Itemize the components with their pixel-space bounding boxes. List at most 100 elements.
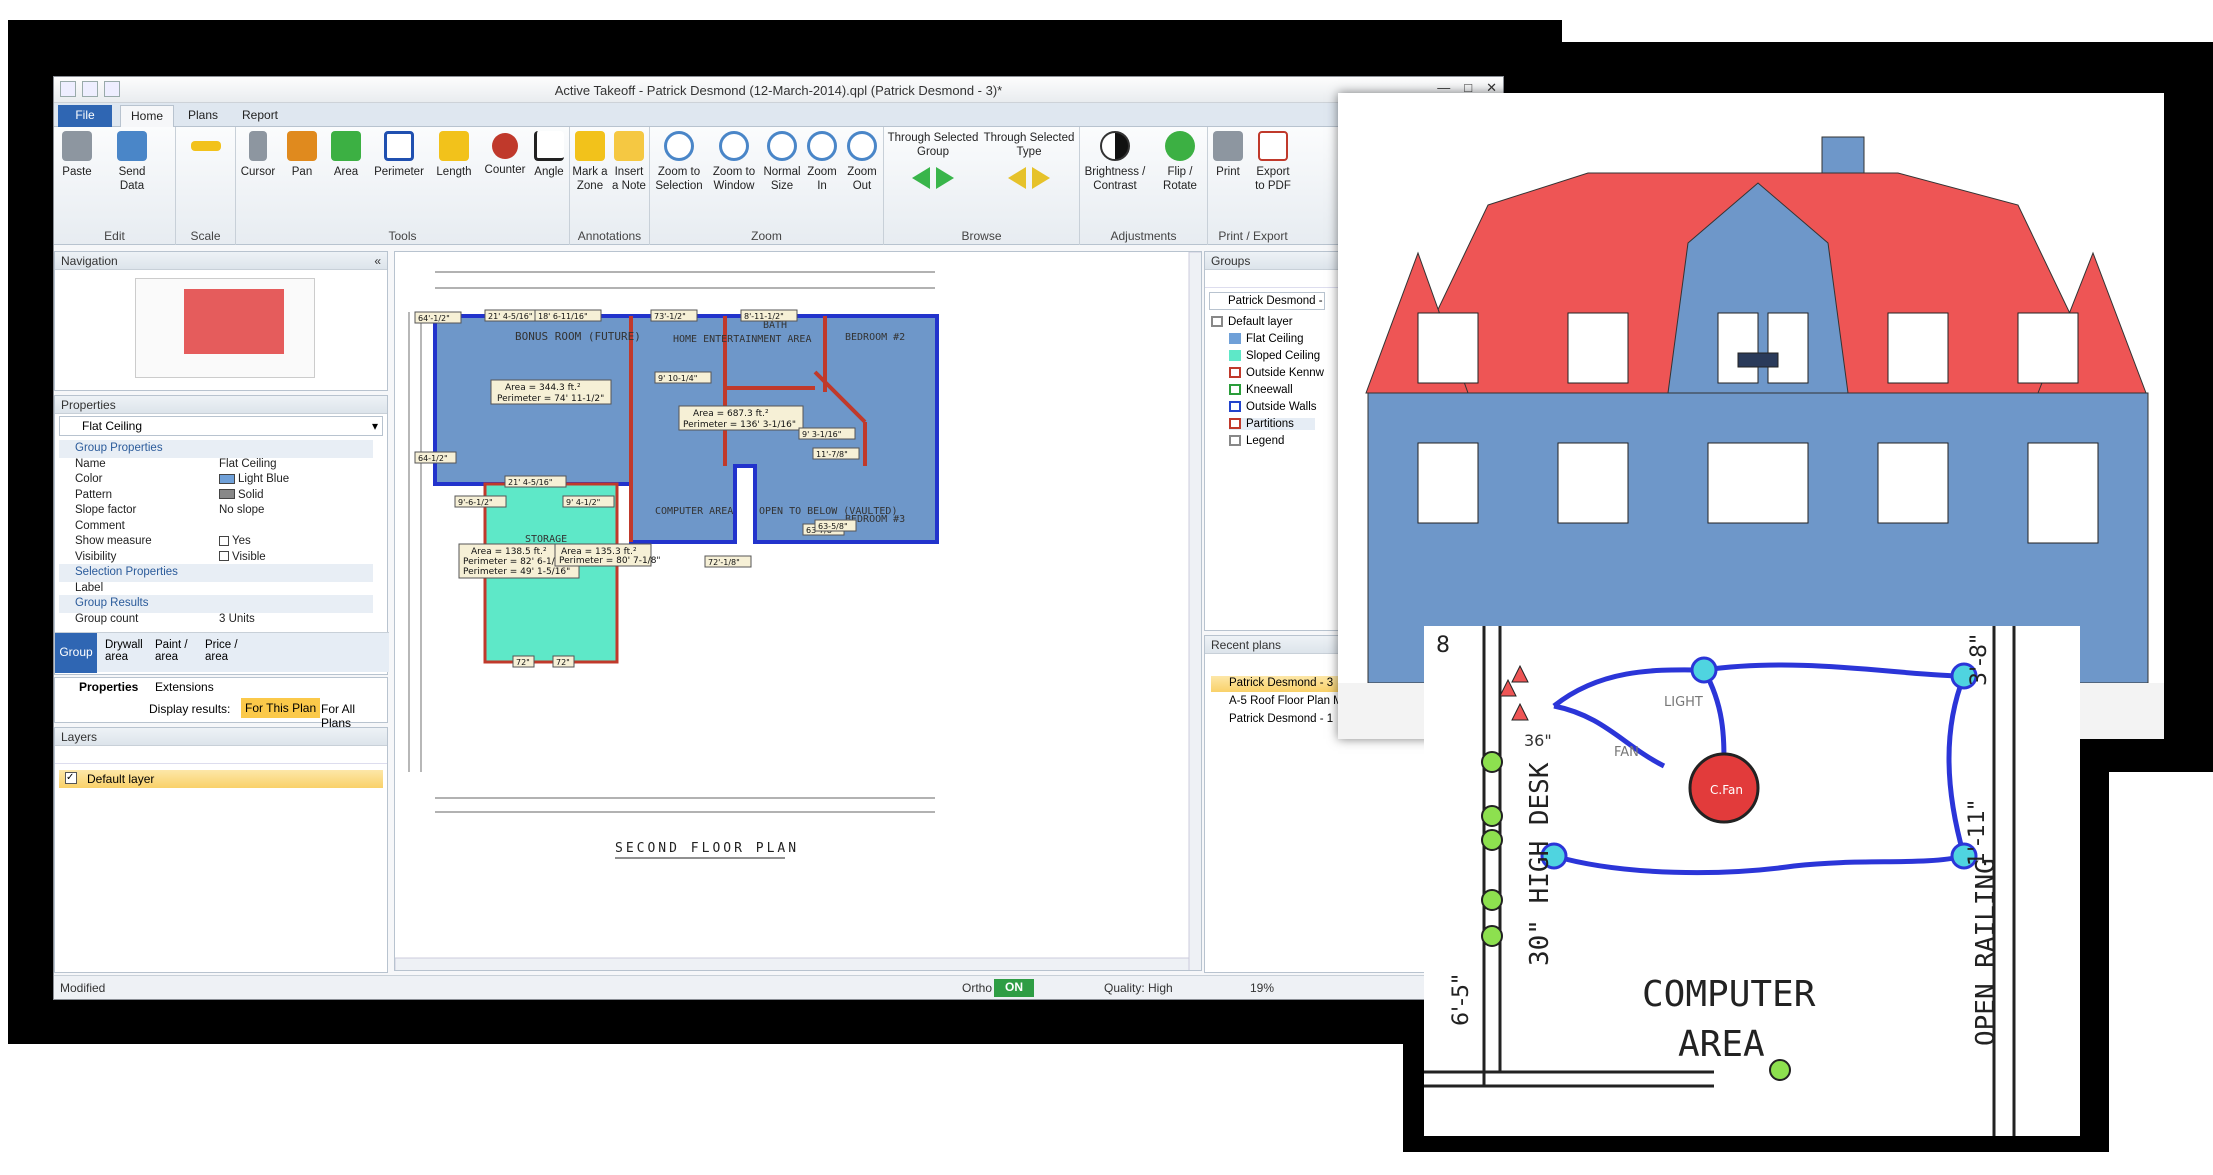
display-results-label: Display results: [149, 702, 231, 716]
group-tree-label: Flat Ceiling [1246, 333, 1304, 345]
paste-button[interactable]: Paste [60, 131, 94, 179]
dimension-tag-text: 21' 4-5/16" [488, 312, 533, 321]
navigation-thumbnail[interactable] [135, 278, 315, 378]
plan-select[interactable]: Patrick Desmond - [1209, 292, 1325, 310]
group-tree-item[interactable]: Outside Kennw [1229, 367, 1324, 379]
tab-group[interactable]: Group [55, 633, 97, 673]
dimension-tag-text: 73'-1/2" [654, 312, 686, 321]
flip-rotate-button[interactable]: Flip / Rotate [1158, 131, 1202, 193]
tab-plans[interactable]: Plans [178, 105, 228, 127]
group-tree-item[interactable]: Sloped Ceiling [1229, 350, 1320, 362]
normal-size-button[interactable]: Normal Size [762, 131, 802, 193]
tab-drywall[interactable]: Drywall area [105, 639, 155, 663]
group-scale: Scale [176, 127, 236, 245]
status-bar: Modified Ortho ON Quality: High 19% [54, 975, 1503, 999]
tab-file[interactable]: File [58, 105, 112, 127]
brightness-icon [1100, 131, 1130, 161]
tab-paint[interactable]: Paint / area [155, 639, 201, 663]
perimeter-button[interactable]: Perimeter [370, 131, 428, 179]
group-tree-item[interactable]: Partitions [1229, 418, 1315, 430]
property-key: Label [75, 581, 104, 594]
browse-type-button[interactable]: Through Selected Type [982, 131, 1076, 193]
counter-button[interactable]: Counter [480, 131, 530, 177]
tab-price[interactable]: Price / area [205, 639, 251, 663]
mark-zone-label: Mark a Zone [572, 166, 608, 192]
print-button[interactable]: Print [1210, 131, 1246, 179]
property-key: Visibility [75, 550, 117, 563]
fan-text-label: FAN [1614, 745, 1639, 760]
length-button[interactable]: Length [430, 131, 478, 179]
group-tree-item[interactable]: Flat Ceiling [1229, 333, 1304, 345]
group-select[interactable]: Flat Ceiling ▾ [59, 416, 383, 436]
property-key: Name [75, 457, 106, 470]
zoom-out-button[interactable]: Zoom Out [844, 131, 880, 193]
export-pdf-button[interactable]: Export to PDF [1250, 131, 1296, 193]
dimension-tag-text: 8'-11-1/2" [744, 312, 784, 321]
checkbox-icon[interactable]: ✓ [65, 772, 77, 784]
brightness-button[interactable]: Brightness / Contrast [1082, 131, 1148, 193]
vertical-scrollbar[interactable] [1188, 252, 1202, 971]
zoom-selection-label: Zoom to Selection [655, 166, 703, 192]
group-tree-item[interactable]: Outside Walls [1229, 401, 1317, 413]
group-tree-label: Partitions [1246, 418, 1294, 430]
plan-canvas[interactable]: BONUS ROOM (FUTURE) HOME ENTERTAINMENT A… [394, 251, 1202, 971]
cursor-icon [249, 131, 267, 161]
checkbox-icon[interactable] [219, 551, 229, 562]
for-all-plans-button[interactable]: For All Plans [321, 702, 387, 730]
pan-button[interactable]: Pan [284, 131, 320, 179]
area-button[interactable]: Area [328, 131, 364, 179]
subtab-properties[interactable]: Properties [79, 680, 138, 694]
tab-home[interactable]: Home [120, 105, 175, 127]
room-label-storage: STORAGE [525, 534, 567, 545]
dim-3-8: 3'-8" [1967, 634, 1992, 686]
zoom-in-button[interactable]: Zoom In [804, 131, 840, 193]
horizontal-scrollbar[interactable] [395, 957, 1190, 971]
for-this-plan-button[interactable]: For This Plan [241, 698, 321, 718]
insert-note-button[interactable]: Insert a Note [610, 131, 648, 193]
property-value: Solid [219, 489, 264, 501]
brightness-label: Brightness / Contrast [1084, 166, 1146, 192]
measure3-perimeter-2: Perimeter = 49' 1-5/16" [463, 567, 570, 577]
measure4-perimeter: Perimeter = 80' 7-1/8" [559, 556, 661, 566]
navigation-title: Navigation [61, 254, 118, 268]
dimension-tag-text: 18' 6-11/16" [538, 312, 588, 321]
plan-select-value: Patrick Desmond - [1228, 295, 1323, 307]
browse-group-button[interactable]: Through Selected Group [886, 131, 980, 193]
subtab-extensions[interactable]: Extensions [155, 680, 214, 694]
send-data-button[interactable]: Send Data [112, 131, 152, 193]
group-tree-label: Legend [1246, 435, 1285, 447]
zoom-window-label: Zoom to Window [712, 166, 756, 192]
insert-note-label: Insert a Note [612, 166, 646, 192]
group-tree-item[interactable]: Legend [1229, 435, 1284, 447]
group-annotations: Mark a Zone Insert a Note Annotations [570, 127, 650, 245]
property-value-text: Solid [238, 488, 264, 501]
navigation-viewport[interactable] [184, 289, 284, 354]
layer-row-default[interactable]: Default layer ✓ [59, 770, 383, 788]
group-tree-label: Kneewall [1246, 384, 1293, 396]
group-tabs-bar: Group Drywall area Paint / area Price / … [55, 632, 389, 673]
recent-item-3-label: Patrick Desmond - 1 [1229, 713, 1334, 725]
angle-button[interactable]: Angle [530, 131, 568, 179]
cursor-button[interactable]: Cursor [240, 131, 276, 179]
dimension-tag-text: 64'-1/2" [418, 314, 450, 323]
group-tree-item[interactable]: Kneewall [1229, 384, 1293, 396]
group-tree-item[interactable]: Default layer [1211, 316, 1293, 328]
dimension-tag-text: 11'-7/8" [816, 450, 848, 459]
collapse-icon[interactable]: « [374, 254, 381, 268]
property-row[interactable]: Group count 3 Units [59, 611, 373, 629]
print-label: Print [1216, 166, 1240, 178]
angle-label: Angle [534, 166, 564, 178]
mark-zone-button[interactable]: Mark a Zone [572, 131, 608, 193]
property-key: Pattern [75, 488, 113, 501]
ortho-toggle[interactable]: ON [994, 979, 1034, 997]
property-value-text: No slope [219, 504, 265, 516]
tab-report[interactable]: Report [232, 105, 288, 127]
browse-group-label: Through Selected Group [887, 132, 979, 158]
checkbox-icon[interactable] [219, 535, 229, 546]
computer-title: COMPUTER [1642, 974, 1816, 1015]
scale-button[interactable] [188, 131, 224, 155]
zoom-window-button[interactable]: Zoom to Window [710, 131, 758, 193]
ribbon: Paste Send Data Edit Scale Cursor Pan Ar… [54, 127, 1503, 245]
app-window: Active Takeoff - Patrick Desmond (12-Mar… [53, 76, 1504, 1000]
zoom-selection-button[interactable]: Zoom to Selection [654, 131, 704, 193]
